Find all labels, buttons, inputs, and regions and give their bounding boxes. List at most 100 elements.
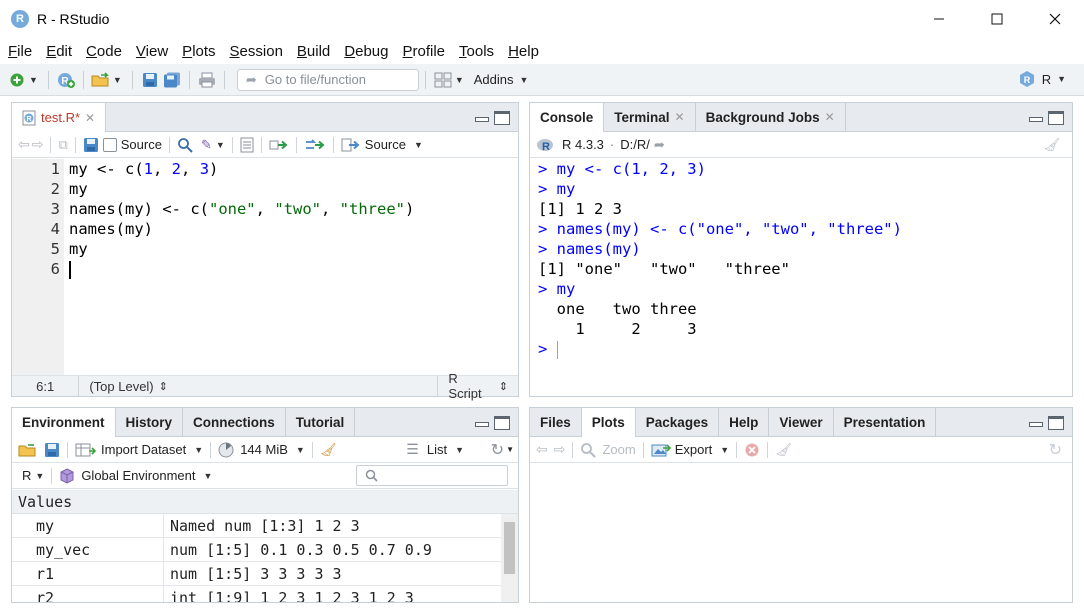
refresh-dropdown-icon[interactable]: ▼ (506, 445, 514, 454)
tab-files[interactable]: Files (530, 408, 582, 436)
new-file-dropdown-icon[interactable]: ▼ (29, 75, 38, 85)
view-mode-select[interactable]: ☰ List ▼ (406, 441, 464, 458)
export-button[interactable]: Export ▼ (651, 442, 729, 457)
refresh-icon[interactable]: ↻ (491, 440, 504, 460)
tab-test-r[interactable]: R test.R* ✕ (12, 103, 107, 132)
scope-selector[interactable]: (Top Level) ⇕ (79, 376, 439, 396)
forward-icon[interactable]: ⇨ (32, 136, 44, 153)
code-tools-dropdown-icon[interactable]: ▼ (216, 140, 225, 150)
show-in-window-icon[interactable]: ⧉ (58, 137, 67, 153)
environment-scope-select[interactable]: Global Environment ▼ (59, 467, 212, 484)
menu-item[interactable]: Edit (46, 43, 72, 60)
memory-usage-button[interactable]: 144 MiB ▼ (218, 442, 305, 458)
environment-row[interactable]: my Named num [1:3] 1 2 3 (12, 514, 518, 538)
tab-terminal[interactable]: Terminal ✕ (604, 103, 696, 131)
previous-plot-icon[interactable]: ⇦ (536, 441, 548, 458)
language-dropdown-icon[interactable]: ▼ (35, 471, 44, 481)
environment-row[interactable]: r1 num [1:5] 3 3 3 3 3 (12, 562, 518, 586)
clear-console-broom-icon[interactable]: 🧹︎ (1043, 137, 1060, 153)
project-menu[interactable]: R R ▼ (1018, 70, 1070, 88)
tab-tutorial[interactable]: Tutorial (286, 408, 356, 436)
tab-environment[interactable]: Environment (12, 408, 116, 437)
tab-console[interactable]: Console (530, 103, 605, 132)
minimize-pane-icon[interactable] (474, 111, 490, 123)
open-file-dropdown-icon[interactable]: ▼ (113, 75, 122, 85)
maximize-pane-icon[interactable] (1048, 416, 1064, 430)
clear-workspace-broom-icon[interactable]: 🧹︎ (320, 442, 337, 458)
menu-item[interactable]: View (136, 43, 168, 60)
new-file-icon[interactable] (6, 69, 28, 91)
filetype-selector[interactable]: R Script ⇕ (438, 371, 518, 401)
print-icon[interactable] (196, 69, 218, 91)
pane-layout-dropdown-icon[interactable]: ▼ (455, 75, 464, 85)
search-icon[interactable] (177, 137, 193, 153)
open-file-icon[interactable] (90, 69, 112, 91)
minimize-pane-icon[interactable] (1028, 111, 1044, 123)
menu-item[interactable]: Build (297, 43, 330, 60)
environment-row[interactable]: my_vec num [1:5] 0.1 0.3 0.5 0.7 0.9 (12, 538, 518, 562)
tab-packages[interactable]: Packages (636, 408, 720, 436)
import-dataset-button[interactable]: Import Dataset ▼ (75, 442, 203, 457)
menu-item[interactable]: Profile (403, 43, 446, 60)
environment-scrollbar[interactable] (501, 514, 518, 602)
tab-viewer[interactable]: Viewer (769, 408, 834, 436)
code-tools-wand-icon[interactable]: ✎ (201, 137, 212, 153)
run-line-icon[interactable] (269, 138, 289, 152)
menu-item[interactable]: Session (230, 43, 283, 60)
close-button[interactable] (1026, 0, 1084, 38)
language-select[interactable]: R (22, 468, 31, 483)
maximize-pane-icon[interactable] (1048, 111, 1064, 125)
addins-menu[interactable]: Addins (474, 72, 514, 87)
zoom-label[interactable]: Zoom (602, 442, 635, 457)
tab-plots[interactable]: Plots (581, 408, 636, 437)
console-output[interactable]: > my <- c(1, 2, 3) > my [1] 1 2 3 > names(m… (530, 159, 1072, 396)
menu-item[interactable]: Help (508, 43, 539, 60)
load-workspace-icon[interactable] (18, 442, 38, 458)
console-prompt[interactable]: > (538, 339, 1072, 359)
source-on-save-checkbox[interactable] (102, 137, 117, 152)
pane-layout-icon[interactable] (432, 69, 454, 91)
clear-plots-broom-icon[interactable]: 🧹︎ (775, 442, 792, 458)
maximize-pane-icon[interactable] (494, 416, 510, 430)
minimize-pane-icon[interactable] (1028, 416, 1044, 428)
addins-dropdown-icon[interactable]: ▼ (520, 75, 529, 85)
refresh-plot-icon[interactable]: ↻ (1049, 440, 1062, 460)
tab-history[interactable]: History (116, 408, 184, 436)
menu-item[interactable]: File (8, 43, 32, 60)
tab-help[interactable]: Help (719, 408, 770, 436)
minimize-button[interactable] (910, 0, 968, 38)
menu-item[interactable]: Code (86, 43, 122, 60)
code-editor[interactable]: 123456 my <- c(1, 2, 3) my names(my) <- c(… (12, 159, 518, 375)
save-icon[interactable] (139, 69, 161, 91)
goto-directory-icon[interactable]: ➦ (654, 137, 665, 153)
new-project-icon[interactable]: R (55, 69, 77, 91)
environment-row[interactable]: r2 int [1:9] 1 2 3 1 2 3 1 2 3 (12, 586, 518, 602)
remove-plot-icon[interactable] (744, 442, 760, 458)
environment-search-input[interactable] (356, 465, 508, 486)
back-icon[interactable]: ⇦ (18, 136, 30, 153)
tab-presentation[interactable]: Presentation (834, 408, 937, 436)
menu-item[interactable]: Plots (182, 43, 215, 60)
save-icon[interactable] (83, 137, 99, 153)
close-tab-icon[interactable]: ✕ (85, 111, 95, 125)
maximize-button[interactable] (968, 0, 1026, 38)
tab-label: Plots (591, 415, 625, 430)
tab-connections[interactable]: Connections (183, 408, 286, 436)
working-directory[interactable]: D:/R/ (620, 137, 650, 152)
zoom-icon[interactable] (580, 442, 597, 458)
compile-report-icon[interactable] (240, 137, 254, 153)
close-tab-icon[interactable]: ✕ (825, 110, 835, 124)
maximize-pane-icon[interactable] (494, 111, 510, 125)
tab-background-jobs[interactable]: Background Jobs ✕ (696, 103, 846, 131)
next-plot-icon[interactable]: ⇨ (554, 441, 566, 458)
menu-item[interactable]: Tools (459, 43, 494, 60)
save-all-icon[interactable] (161, 69, 183, 91)
scrollbar-thumb[interactable] (504, 522, 515, 574)
save-workspace-icon[interactable] (44, 442, 60, 458)
close-tab-icon[interactable]: ✕ (675, 110, 685, 124)
rerun-icon[interactable] (304, 138, 326, 152)
source-button[interactable]: Source ▼ (341, 137, 423, 152)
menu-item[interactable]: Debug (344, 43, 388, 60)
goto-file-function-input[interactable]: ➦ Go to file/function (236, 68, 419, 91)
minimize-pane-icon[interactable] (474, 416, 490, 428)
